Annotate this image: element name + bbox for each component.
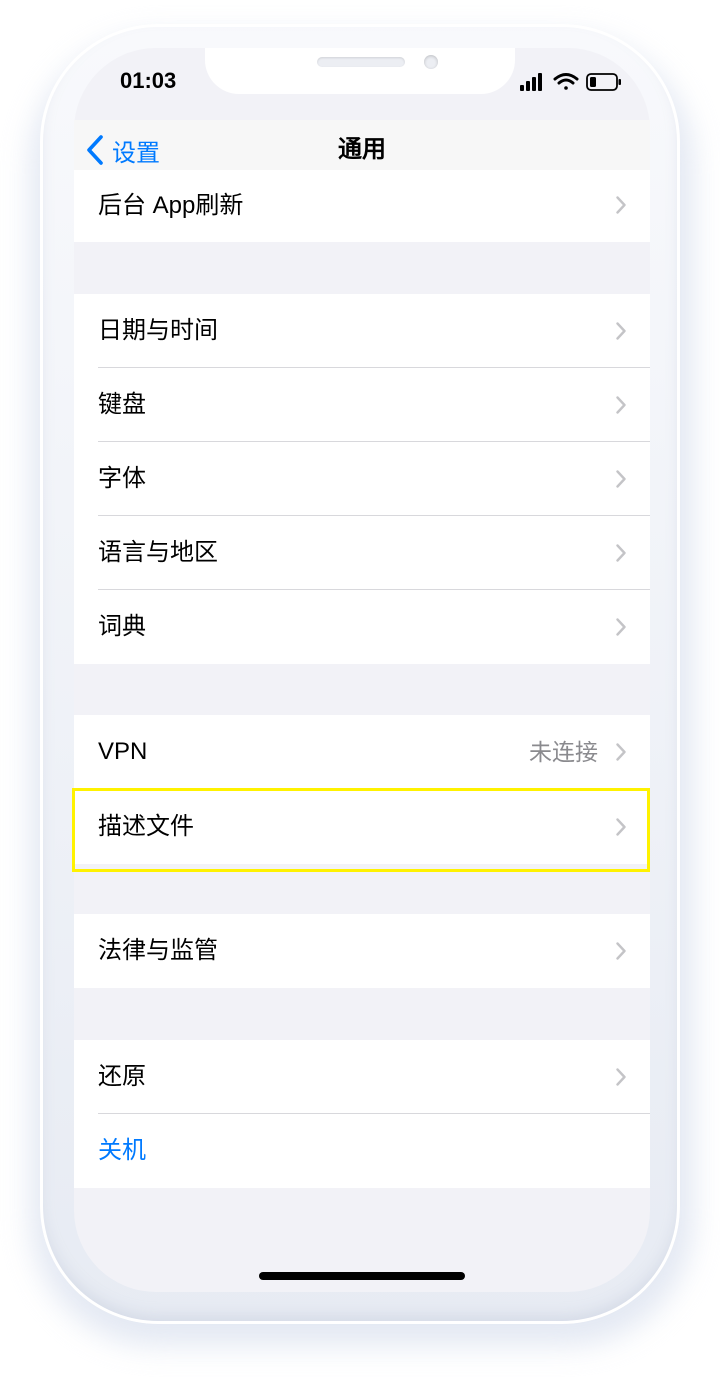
row-label: 关机	[98, 1137, 146, 1164]
wifi-icon	[553, 73, 579, 90]
settings-row-vpn[interactable]: VPN 未连接	[74, 715, 650, 789]
settings-row-fonts[interactable]: 字体	[74, 442, 650, 516]
highlight-box	[72, 788, 650, 872]
shutdown-button[interactable]: 关机	[74, 1114, 650, 1188]
row-label: 日期与时间	[98, 317, 218, 344]
row-label: 后台 App刷新	[98, 192, 244, 219]
signal-icon	[520, 73, 542, 91]
settings-row-language-region[interactable]: 语言与地区	[74, 516, 650, 590]
settings-row-keyboard[interactable]: 键盘	[74, 368, 650, 442]
settings-row-reset[interactable]: 还原	[74, 1040, 650, 1114]
chevron-right-icon	[616, 1068, 626, 1086]
row-label: VPN	[98, 738, 148, 765]
chevron-right-icon	[616, 322, 626, 340]
chevron-right-icon	[616, 470, 626, 488]
status-icons	[520, 70, 624, 94]
chevron-right-icon	[616, 942, 626, 960]
row-label: 字体	[98, 465, 146, 492]
chevron-right-icon	[616, 196, 626, 214]
home-indicator[interactable]	[259, 1272, 465, 1280]
row-label: 法律与监管	[98, 937, 218, 964]
settings-row-dictionary[interactable]: 词典	[74, 590, 650, 664]
speaker-grille	[317, 57, 405, 67]
row-label: 词典	[98, 613, 146, 640]
row-label: 键盘	[98, 391, 146, 418]
chevron-right-icon	[616, 396, 626, 414]
row-label: 语言与地区	[98, 539, 218, 566]
chevron-right-icon	[616, 743, 626, 761]
settings-row-date-time[interactable]: 日期与时间	[74, 294, 650, 368]
status-time: 01:03	[120, 68, 177, 93]
row-label: 还原	[98, 1063, 146, 1090]
chevron-right-icon	[616, 544, 626, 562]
notch	[205, 48, 515, 94]
chevron-right-icon	[616, 618, 626, 636]
settings-row-background-refresh[interactable]: 后台 App刷新	[74, 170, 650, 242]
front-camera	[424, 55, 438, 69]
vpn-status: 未连接	[529, 739, 598, 765]
settings-row-legal[interactable]: 法律与监管	[74, 914, 650, 988]
battery-icon	[586, 73, 621, 91]
